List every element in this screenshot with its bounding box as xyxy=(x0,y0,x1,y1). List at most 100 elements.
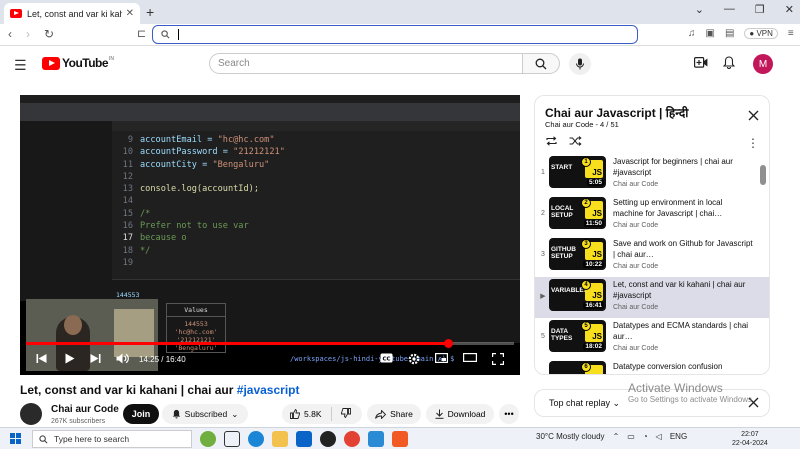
video-thumbnail[interactable]: GITHUB SETUP JS 3 10:22 xyxy=(549,238,606,270)
video-duration: 10:22 xyxy=(583,261,604,268)
wifi-icon[interactable]: ◔ xyxy=(643,432,648,441)
video-thumbnail[interactable]: DATA TYPES JS 5 18:02 xyxy=(549,320,606,352)
playlist-index: 6 xyxy=(539,374,547,375)
playlist-title[interactable]: Chai aur Javascript | हिन्दी xyxy=(545,104,688,121)
mail-icon[interactable] xyxy=(296,431,312,447)
video-thumbnail[interactable]: START JS 1 5:05 xyxy=(549,156,606,188)
previous-icon[interactable] xyxy=(36,353,47,364)
video-hashtag-link[interactable]: #javascript xyxy=(237,383,300,397)
fullscreen-icon[interactable] xyxy=(492,353,504,365)
subscribed-button[interactable]: Subscribed ⌄ xyxy=(162,404,248,424)
edge-browser-icon[interactable] xyxy=(248,431,264,447)
create-video-icon[interactable] xyxy=(694,57,708,68)
taskbar-clock[interactable]: 22:07 22-04-2024 xyxy=(732,430,768,448)
youtube-header: ☰ YouTube IN Search M xyxy=(0,47,800,87)
maximize-icon[interactable]: ❐ xyxy=(755,3,765,16)
theater-mode-icon[interactable] xyxy=(463,353,477,362)
loop-icon[interactable] xyxy=(545,136,558,146)
share-button[interactable]: Share xyxy=(367,404,421,424)
speaker-icon[interactable]: ◁ xyxy=(656,432,662,441)
playlist-more-icon[interactable]: ⋮ xyxy=(747,136,759,150)
join-button[interactable]: Join xyxy=(123,404,159,424)
vpn-button[interactable]: ● VPN xyxy=(744,28,778,39)
weather-status[interactable]: 30°C Mostly cloudy xyxy=(536,432,605,441)
playlist-item[interactable]: 6JS6 Datatype conversion confusion xyxy=(535,359,769,375)
new-tab-button[interactable]: + xyxy=(146,4,154,20)
wallet-icon[interactable]: ▤ xyxy=(725,28,734,39)
taskbar-search-input[interactable]: Type here to search xyxy=(32,430,192,448)
playlist-item[interactable]: 1 START JS 1 5:05 Javascript for beginners | … xyxy=(535,154,769,195)
vpn-label: VPN xyxy=(756,29,773,38)
line-number: 15 xyxy=(122,208,133,219)
search-button[interactable] xyxy=(522,53,560,74)
code-text: Prefer not to use var xyxy=(140,221,249,233)
back-icon[interactable]: ‹ xyxy=(8,27,12,41)
video-thumbnail[interactable]: VARIABLES JS 4 16:41 xyxy=(549,279,606,311)
browser-tab[interactable]: Let, const and var ki kahani | chai ✕ xyxy=(4,3,140,24)
next-icon[interactable] xyxy=(90,353,101,364)
video-thumbnail[interactable]: LOCAL SETUP JS 2 11:50 xyxy=(549,197,606,229)
youtube-country-code: IN xyxy=(109,56,115,62)
playlist-item[interactable]: ▶ VARIABLES JS 4 16:41 Let, const and var ki … xyxy=(535,277,769,318)
playlist-item[interactable]: 3 GITHUB SETUP JS 3 10:22 Save and work on Gi… xyxy=(535,236,769,277)
chevron-down-icon[interactable]: ⌄ xyxy=(695,3,704,16)
minimize-icon[interactable]: — xyxy=(724,3,735,16)
captions-icon[interactable]: CC xyxy=(380,353,393,363)
episode-number: 4 xyxy=(581,280,591,290)
video-thumbnail[interactable]: JS6 xyxy=(549,361,606,374)
video-progress-bar[interactable] xyxy=(26,339,514,348)
url-input[interactable] xyxy=(152,25,638,44)
vscode-icon[interactable] xyxy=(368,431,384,447)
bookmark-icon[interactable]: ⊏ xyxy=(137,27,146,40)
settings-gear-icon[interactable] xyxy=(408,353,420,365)
reload-icon[interactable]: ↻ xyxy=(44,27,54,41)
file-explorer-icon[interactable] xyxy=(272,431,288,447)
weather-globe-icon[interactable] xyxy=(200,431,216,447)
close-icon[interactable] xyxy=(748,110,759,121)
playlist-index: ▶ xyxy=(540,293,546,300)
playlist-scrollbar[interactable] xyxy=(760,165,766,185)
notifications-bell-icon[interactable] xyxy=(723,56,735,69)
line-number: 18 xyxy=(122,245,133,256)
chevron-up-icon[interactable]: ⌃ xyxy=(613,432,620,441)
playlist-item[interactable]: 2 LOCAL SETUP JS 2 11:50 Setting up environme… xyxy=(535,195,769,236)
sidebar-icon[interactable]: ▣ xyxy=(706,28,715,39)
menu-icon[interactable]: ≡ xyxy=(788,28,794,39)
hamburger-menu-icon[interactable]: ☰ xyxy=(14,57,27,74)
code-line: 13 console.log(accountId); xyxy=(112,184,520,196)
value-entry: 144553 xyxy=(184,320,208,328)
account-avatar[interactable]: M xyxy=(753,54,773,74)
tab-close-icon[interactable]: ✕ xyxy=(126,8,134,19)
network-icon[interactable]: ▭ xyxy=(627,432,635,441)
task-view-icon[interactable] xyxy=(224,431,240,447)
voice-search-button[interactable] xyxy=(569,53,591,75)
windows-start-icon[interactable] xyxy=(10,433,21,444)
youtube-logo[interactable]: YouTube IN xyxy=(42,56,114,70)
playlist-item[interactable]: 5 DATA TYPES JS 5 18:02 Datatypes and ECMA st… xyxy=(535,318,769,359)
code-token: console.log(accountId); xyxy=(140,184,259,195)
github-icon[interactable] xyxy=(320,431,336,447)
more-actions-icon[interactable]: ••• xyxy=(499,404,519,424)
close-window-icon[interactable]: ✕ xyxy=(785,3,794,16)
vscode-explorer xyxy=(20,121,112,301)
values-table: Values 144553'hc@hc.com' '21212121' 'Benga… xyxy=(166,303,226,353)
chat-replay-label[interactable]: Top chat replay ⌄ xyxy=(549,398,620,409)
video-player[interactable]: 9 accountEmail = "hc@hc.com" 10 accountPass… xyxy=(20,95,520,375)
shuffle-icon[interactable] xyxy=(569,136,582,146)
volume-icon[interactable] xyxy=(116,353,129,364)
search-icon xyxy=(39,434,48,443)
chrome-icon[interactable] xyxy=(344,431,360,447)
channel-name[interactable]: Chai aur Code xyxy=(51,404,119,415)
music-icon[interactable]: ♫ xyxy=(688,28,696,39)
channel-avatar[interactable] xyxy=(20,403,42,425)
dislike-button[interactable] xyxy=(332,408,351,420)
download-button[interactable]: Download xyxy=(426,404,494,424)
brave-browser-icon[interactable] xyxy=(392,431,408,447)
search-input[interactable]: Search xyxy=(209,53,523,74)
forward-icon[interactable]: › xyxy=(26,27,30,41)
language-indicator[interactable]: ENG xyxy=(670,432,687,441)
miniplayer-icon[interactable] xyxy=(435,353,448,363)
like-button[interactable]: 5.8K xyxy=(282,407,332,421)
playlist-video-title: Setting up environment in local machine … xyxy=(613,198,723,218)
play-icon[interactable] xyxy=(64,353,75,364)
